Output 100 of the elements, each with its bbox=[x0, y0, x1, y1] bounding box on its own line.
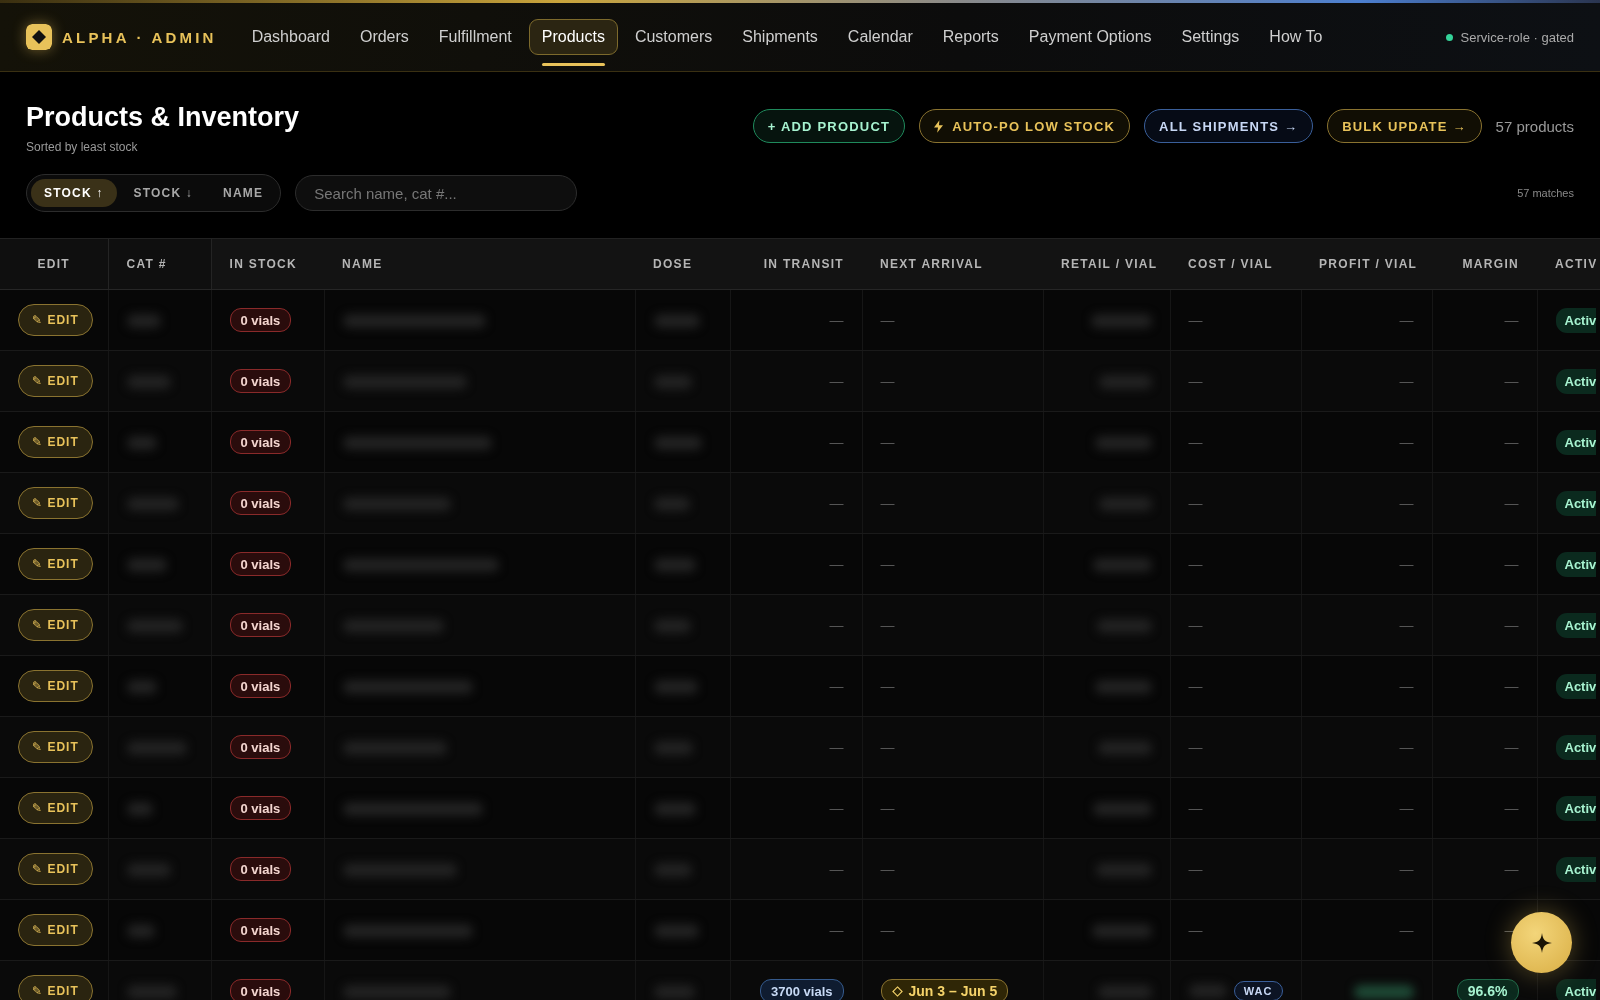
empty-value: — bbox=[829, 373, 844, 389]
column-header: PROFIT / VIAL bbox=[1301, 239, 1432, 290]
page-subtitle: Sorted by least stock bbox=[26, 140, 139, 154]
status-label: Service-role · gated bbox=[1460, 29, 1574, 45]
sort-option[interactable]: STOCK ↑ bbox=[31, 179, 117, 207]
empty-value: — bbox=[829, 739, 844, 755]
status-badge: Activ bbox=[1555, 429, 1597, 455]
product-count: 57 products bbox=[1495, 117, 1574, 135]
nav-tab[interactable]: Calendar bbox=[834, 19, 926, 55]
empty-value: — bbox=[880, 800, 895, 816]
edit-button[interactable]: ✎ EDIT bbox=[18, 670, 93, 702]
status-badge: Activ bbox=[1555, 673, 1597, 699]
stock-badge: 0 vials bbox=[229, 308, 292, 332]
empty-value: — bbox=[1188, 312, 1203, 328]
column-header: CAT # bbox=[108, 239, 211, 290]
empty-value: — bbox=[1188, 922, 1203, 938]
nav-tab[interactable]: Fulfillment bbox=[425, 19, 525, 55]
transit-badge: 3700 vials bbox=[760, 979, 844, 1000]
action-button[interactable]: + ADD PRODUCT bbox=[752, 109, 906, 143]
edit-button[interactable]: ✎ EDIT bbox=[18, 975, 93, 1000]
empty-value: — bbox=[1399, 373, 1414, 389]
empty-value: — bbox=[1188, 678, 1203, 694]
empty-value: — bbox=[829, 434, 844, 450]
empty-value: — bbox=[880, 922, 895, 938]
empty-value: — bbox=[880, 495, 895, 511]
nav-tab[interactable]: Reports bbox=[929, 19, 1012, 55]
empty-value: — bbox=[829, 800, 844, 816]
blurred-text bbox=[1353, 984, 1414, 999]
edit-button[interactable]: ✎ EDIT bbox=[18, 731, 93, 763]
active-tab-underline bbox=[541, 63, 605, 66]
empty-value: — bbox=[1399, 556, 1414, 572]
empty-value: — bbox=[1504, 312, 1519, 328]
empty-value: — bbox=[1399, 495, 1414, 511]
search-field[interactable]: Search name, cat #... bbox=[295, 175, 578, 211]
column-header: DOSE bbox=[635, 239, 730, 290]
nav-tab[interactable]: Products bbox=[528, 19, 618, 55]
nav-tab[interactable]: Shipments bbox=[729, 19, 831, 55]
empty-value: — bbox=[1504, 739, 1519, 755]
column-header: EDIT bbox=[0, 239, 108, 290]
lightning-icon bbox=[934, 119, 944, 133]
column-header: IN STOCK bbox=[211, 239, 324, 290]
column-header: MARGIN bbox=[1432, 239, 1537, 290]
action-button[interactable]: BULK UPDATE → bbox=[1327, 109, 1482, 143]
stock-badge: 0 vials bbox=[229, 796, 292, 820]
edit-button[interactable]: ✎ EDIT bbox=[18, 548, 93, 580]
column-header: IN TRANSIT bbox=[730, 239, 862, 290]
logo-icon bbox=[26, 24, 52, 50]
empty-value: — bbox=[880, 617, 895, 633]
column-header: NEXT ARRIVAL bbox=[862, 239, 1043, 290]
status-badge: Activ bbox=[1555, 978, 1597, 1000]
stock-badge: 0 vials bbox=[229, 979, 292, 1000]
sort-option[interactable]: NAME bbox=[210, 179, 277, 207]
column-header: ACTIV bbox=[1537, 239, 1600, 290]
empty-value: — bbox=[1399, 434, 1414, 450]
stock-badge: 0 vials bbox=[229, 491, 292, 515]
nav-tab[interactable]: Settings bbox=[1168, 19, 1253, 55]
nav-tab[interactable]: Customers bbox=[621, 19, 726, 55]
nav-tab[interactable]: Payment Options bbox=[1015, 19, 1165, 55]
empty-value: — bbox=[1188, 800, 1203, 816]
empty-value: — bbox=[1399, 861, 1414, 877]
empty-value: — bbox=[1188, 556, 1203, 572]
edit-button[interactable]: ✎ EDIT bbox=[18, 426, 93, 458]
nav-tab[interactable]: Orders bbox=[346, 19, 422, 55]
page-title: Products & Inventory bbox=[26, 102, 300, 133]
empty-value: — bbox=[1188, 617, 1203, 633]
empty-value: — bbox=[880, 556, 895, 572]
empty-value: — bbox=[1504, 678, 1519, 694]
empty-value: — bbox=[1399, 312, 1414, 328]
stock-badge: 0 vials bbox=[229, 918, 292, 942]
nav-tab[interactable]: How To bbox=[1256, 19, 1336, 55]
empty-value: — bbox=[880, 373, 895, 389]
empty-value: — bbox=[1504, 861, 1519, 877]
diamond-icon bbox=[891, 985, 903, 997]
edit-button[interactable]: ✎ EDIT bbox=[18, 304, 93, 336]
status-badge: Activ bbox=[1555, 490, 1597, 516]
empty-value: — bbox=[829, 495, 844, 511]
empty-value: — bbox=[1188, 373, 1203, 389]
status-badge: Activ bbox=[1555, 734, 1597, 760]
empty-value: — bbox=[829, 556, 844, 572]
action-button[interactable]: ALL SHIPMENTS → bbox=[1144, 109, 1314, 143]
status-badge: Activ bbox=[1555, 307, 1597, 333]
stock-badge: 0 vials bbox=[229, 369, 292, 393]
action-button[interactable]: AUTO-PO LOW STOCK bbox=[919, 109, 1131, 143]
match-count: 57 matches bbox=[1517, 187, 1574, 199]
edit-button[interactable]: ✎ EDIT bbox=[18, 609, 93, 641]
edit-button[interactable]: ✎ EDIT bbox=[18, 792, 93, 824]
column-header: NAME bbox=[324, 239, 635, 290]
edit-button[interactable]: ✎ EDIT bbox=[18, 487, 93, 519]
empty-value: — bbox=[829, 861, 844, 877]
empty-value: — bbox=[829, 678, 844, 694]
edit-button[interactable]: ✎ EDIT bbox=[18, 914, 93, 946]
empty-value: — bbox=[1399, 678, 1414, 694]
edit-button[interactable]: ✎ EDIT bbox=[18, 365, 93, 397]
edit-button[interactable]: ✎ EDIT bbox=[18, 853, 93, 885]
nav-tab[interactable]: Dashboard bbox=[238, 19, 343, 55]
sort-option[interactable]: STOCK ↓ bbox=[120, 179, 207, 207]
stock-badge: 0 vials bbox=[229, 735, 292, 759]
empty-value: — bbox=[1504, 373, 1519, 389]
stock-badge: 0 vials bbox=[229, 552, 292, 576]
empty-value: — bbox=[829, 922, 844, 938]
